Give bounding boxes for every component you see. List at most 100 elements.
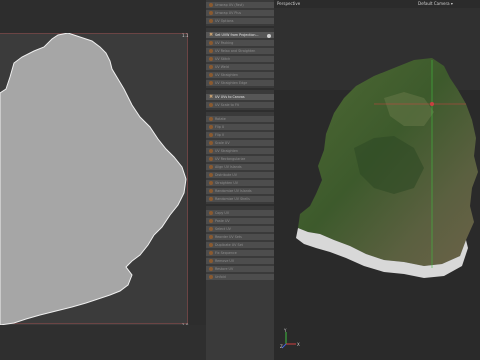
menu-item[interactable]: Unfold: [206, 274, 274, 281]
tool-icon: [209, 157, 213, 161]
menu-item-label: Randomize UV Islands: [215, 189, 252, 193]
menu-item[interactable]: UV Relax and Straighten: [206, 48, 274, 55]
menu-item[interactable]: Scale UV: [206, 140, 274, 147]
menu-item-label: Straighten UV: [215, 181, 238, 185]
tool-icon: [209, 197, 213, 201]
camera-label: Default Camera: [418, 1, 450, 6]
menu-item-label: Unfold: [215, 275, 226, 279]
tool-icon: [209, 275, 213, 279]
tool-icon: [209, 65, 213, 69]
cross-icon: ✖: [209, 32, 214, 38]
menu-item[interactable]: Duplicate UV Set: [206, 242, 274, 249]
menu-item[interactable]: UV Rectangularize: [206, 156, 274, 163]
menu-item[interactable]: Unwrap UV Plus: [206, 10, 274, 17]
menu-item-label: UV Straighten Edge: [215, 81, 248, 85]
tool-icon: [209, 259, 213, 263]
menu-item-label: Distribute UV: [215, 173, 237, 177]
uv-editor-panel[interactable]: 1.1 1.0: [0, 0, 206, 360]
tool-icon: [209, 267, 213, 271]
menu-item-label: UV UVs to Canvas: [215, 95, 245, 99]
menu-separator: [206, 110, 274, 112]
tool-icon: [209, 189, 213, 193]
menu-item[interactable]: UV Stitch: [206, 56, 274, 63]
tool-icon: [209, 165, 213, 169]
menu-item[interactable]: Restore UV: [206, 266, 274, 273]
menu-item-label: Align UV Islands: [215, 165, 242, 169]
menu-item[interactable]: Rotate: [206, 116, 274, 123]
camera-selector[interactable]: Default Camera ▾: [418, 1, 453, 6]
menu-item[interactable]: Flip V: [206, 132, 274, 139]
menu-item[interactable]: Align UV Islands: [206, 164, 274, 171]
menu-item-label: Set UVW from Projection...: [215, 33, 259, 37]
menu-item-label: Duplicate UV Set: [215, 243, 243, 247]
menu-item-label: Unwrap UV (Fast): [215, 3, 244, 7]
viewport-title[interactable]: Perspective: [277, 1, 300, 6]
uv-editor-footer: [0, 325, 206, 360]
menu-separator: [206, 204, 274, 206]
tool-icon: [209, 141, 213, 145]
menu-item-label: UV Straighten: [215, 73, 238, 77]
menu-item[interactable]: Unwrap UV (Fast): [206, 2, 274, 9]
menu-item[interactable]: UV Options: [206, 18, 274, 25]
menu-item[interactable]: Copy UV: [206, 210, 274, 217]
tool-icon: [209, 235, 213, 239]
menu-item-label: Randomize UV Shells: [215, 197, 250, 201]
menu-item[interactable]: Randomize UV Islands: [206, 188, 274, 195]
menu-item[interactable]: UV Straighten: [206, 148, 274, 155]
tool-icon: [209, 211, 213, 215]
menu-item-label: UV Scale to Fit: [215, 103, 239, 107]
tool-icon: [209, 3, 213, 7]
menu-item[interactable]: Fix Sequence: [206, 250, 274, 257]
viewport-header: Perspective Default Camera ▾: [274, 0, 480, 8]
tool-icon: [209, 117, 213, 121]
menu-item[interactable]: UV Packing: [206, 40, 274, 47]
uv-tools-menu: Unwrap UV (Fast) Unwrap UV Plus UV Options…: [206, 0, 274, 360]
menu-item[interactable]: ✖ Set UVW from Projection...: [206, 32, 274, 39]
menu-item[interactable]: Distribute UV: [206, 172, 274, 179]
tool-icon: [209, 103, 213, 107]
tool-icon: [209, 125, 213, 129]
menu-item-label: UV Options: [215, 19, 234, 23]
menu-item-label: Flip U: [215, 125, 225, 129]
tool-icon: [209, 57, 213, 61]
tool-icon: [209, 227, 213, 231]
menu-item[interactable]: Select UV: [206, 226, 274, 233]
menu-item[interactable]: Straighten UV: [206, 180, 274, 187]
menu-item[interactable]: UV Scale to Fit: [206, 102, 274, 109]
tool-icon: [209, 81, 213, 85]
uv-island-shape[interactable]: [0, 33, 188, 325]
pivot-icon: [430, 102, 434, 106]
tool-icon: [209, 219, 213, 223]
menu-item[interactable]: Paste UV: [206, 218, 274, 225]
tool-icon: [209, 19, 213, 23]
menu-item[interactable]: UV Weld: [206, 64, 274, 71]
axis-gizmo: Y X Z: [280, 328, 306, 350]
menu-item-label: Scale UV: [215, 141, 230, 145]
menu-item[interactable]: UV Straighten Edge: [206, 80, 274, 87]
menu-item-label: Flip V: [215, 133, 225, 137]
menu-separator: [206, 88, 274, 90]
menu-item-label: Remove UV: [215, 259, 235, 263]
menu-item[interactable]: Randomize UV Shells: [206, 196, 274, 203]
tool-icon: [209, 41, 213, 45]
tool-icon: [209, 181, 213, 185]
tool-icon: [209, 243, 213, 247]
menu-item-label: UV Weld: [215, 65, 229, 69]
menu-separator: [206, 26, 274, 28]
menu-item[interactable]: Reorder UV Sets: [206, 234, 274, 241]
menu-item-label: UV Packing: [215, 41, 234, 45]
tool-icon: [209, 251, 213, 255]
viewport-scene[interactable]: [274, 8, 480, 360]
menu-item-label: Reorder UV Sets: [215, 235, 242, 239]
tool-icon: [209, 11, 213, 15]
menu-item[interactable]: UV Straighten: [206, 72, 274, 79]
menu-item[interactable]: ✖ UV UVs to Canvas: [206, 94, 274, 101]
menu-item[interactable]: Flip U: [206, 124, 274, 131]
axis-label-z: Z: [280, 344, 283, 349]
tool-icon: [209, 73, 213, 77]
3d-viewport[interactable]: Perspective Default Camera ▾ Y X Z: [274, 0, 480, 360]
options-dot-icon[interactable]: [267, 33, 271, 38]
menu-item[interactable]: Remove UV: [206, 258, 274, 265]
menu-item-label: UV Straighten: [215, 149, 238, 153]
axis-label-y: Y: [284, 328, 287, 333]
